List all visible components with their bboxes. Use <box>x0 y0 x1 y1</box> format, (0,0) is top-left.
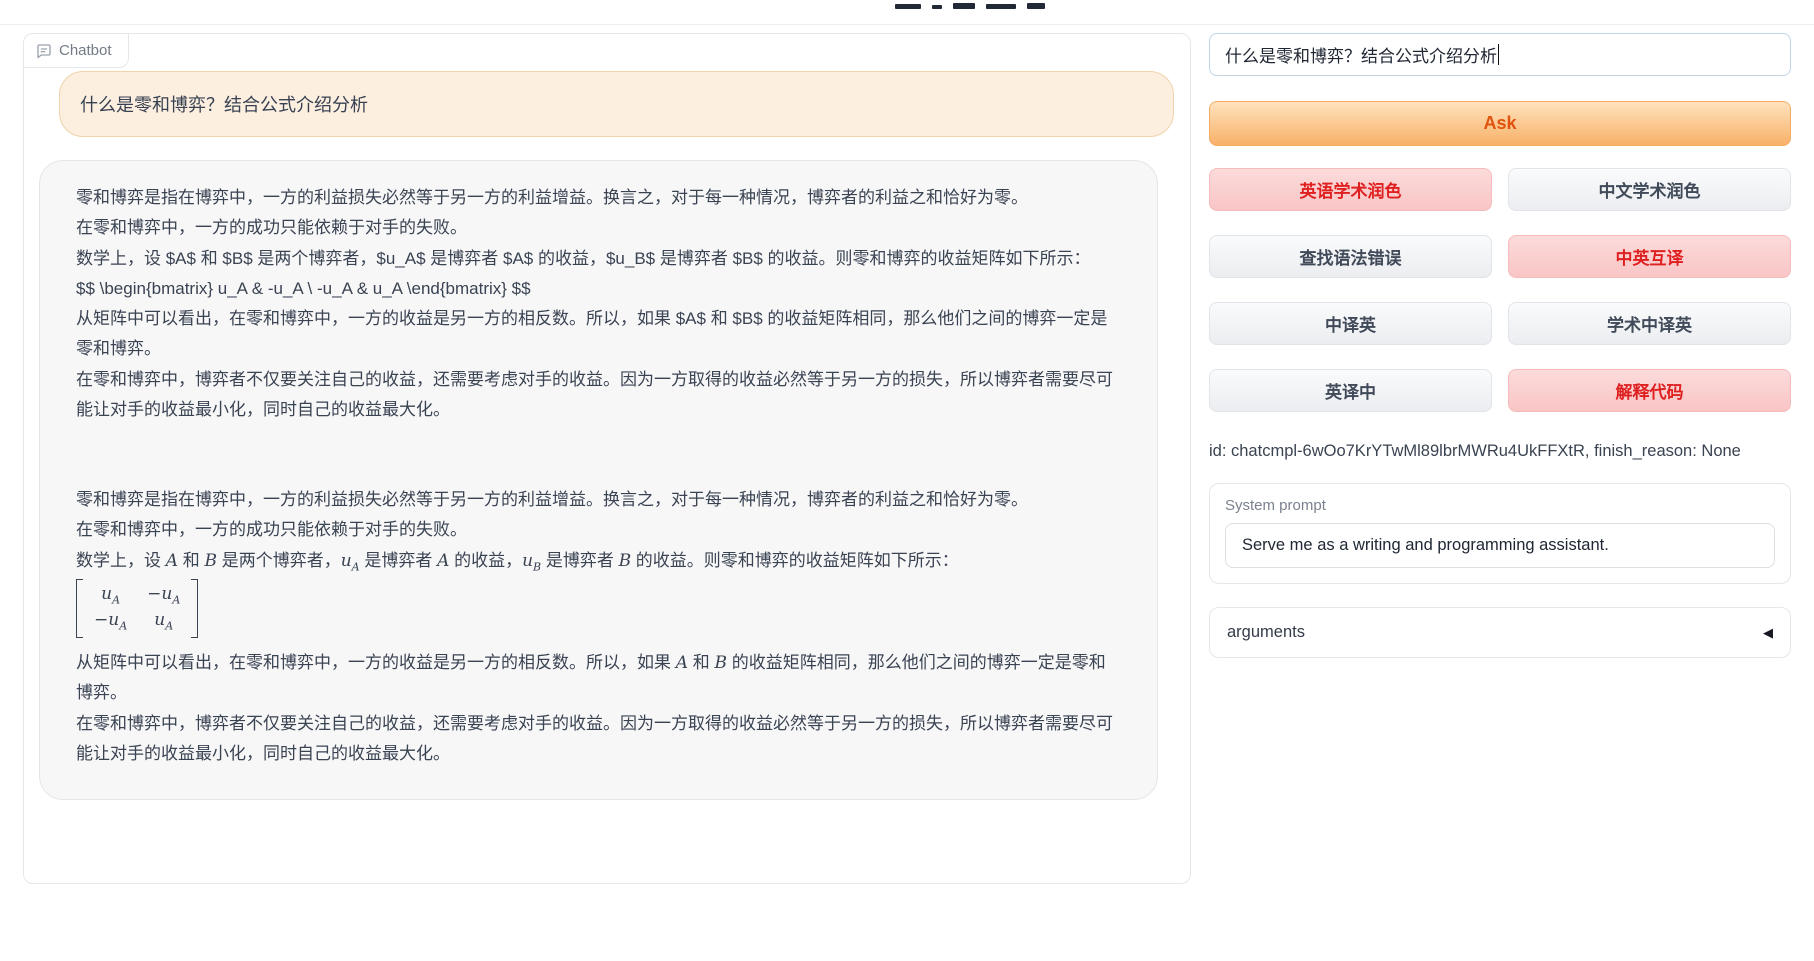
bot-paragraph: 零和博弈是指在博弈中，一方的利益损失必然等于另一方的利益增益。换言之，对于每一种… <box>76 485 1121 515</box>
bot-rendered-math-block: 零和博弈是指在博弈中，一方的利益损失必然等于另一方的利益增益。换言之，对于每一种… <box>76 485 1121 769</box>
quick-button-zh-to-en[interactable]: 中译英 <box>1209 302 1492 345</box>
bot-message-bubble: 零和博弈是指在博弈中，一方的利益损失必然等于另一方的利益增益。换言之，对于每一种… <box>39 160 1158 800</box>
bot-paragraph-latex-formula: $$ \begin{bmatrix} u_A & -u_A \ -u_A & u… <box>76 274 1121 304</box>
quick-button-zh-en-mutual-translate[interactable]: 中英互译 <box>1508 235 1791 278</box>
quick-button-academic-zh-to-en[interactable]: 学术中译英 <box>1508 302 1791 345</box>
top-divider <box>0 24 1814 25</box>
collapse-triangle-icon[interactable]: ◀ <box>1763 625 1773 641</box>
bot-paragraph: 在零和博弈中，一方的成功只能依赖于对手的失败。 <box>76 515 1121 545</box>
bot-paragraph: 从矩阵中可以看出，在零和博弈中，一方的收益是另一方的相反数。所以，如果 $A$ … <box>76 304 1121 365</box>
payoff-matrix: uA−uA−uAuA <box>76 579 198 637</box>
quick-button-en-to-zh[interactable]: 英译中 <box>1209 369 1492 412</box>
block-spacer <box>76 425 1121 485</box>
speech-bubble-icon <box>36 43 52 59</box>
bot-paragraph: 数学上，设 $A$ 和 $B$ 是两个博弈者，$u_A$ 是博弈者 $A$ 的收… <box>76 244 1121 274</box>
user-message-bubble: 什么是零和博弈？结合公式介绍分析 <box>59 71 1174 137</box>
chatbot-panel-label-text: Chatbot <box>59 42 112 59</box>
bot-paragraph-with-math: 数学上，设 A 和 B 是两个博弈者，uA 是博弈者 A 的收益，uB 是博弈者… <box>76 546 1121 577</box>
bot-paragraph: 在零和博弈中，博弈者不仅要关注自己的收益，还需要考虑对手的收益。因为一方取得的收… <box>76 709 1121 770</box>
quick-button-english-academic-polish[interactable]: 英语学术润色 <box>1209 168 1492 211</box>
arguments-accordion-label: arguments <box>1227 623 1305 642</box>
controls-column: 什么是零和博弈？结合公式介绍分析 Ask 英语学术润色 中文学术润色 查找语法错… <box>1209 33 1791 658</box>
chatbot-panel-label: Chatbot <box>23 33 129 68</box>
question-input[interactable]: 什么是零和博弈？结合公式介绍分析 <box>1209 33 1791 76</box>
system-prompt-value: Serve me as a writing and programming as… <box>1242 536 1609 555</box>
system-prompt-label: System prompt <box>1225 497 1775 514</box>
ask-button[interactable]: Ask <box>1209 101 1791 146</box>
bot-paragraph: 零和博弈是指在博弈中，一方的利益损失必然等于另一方的利益增益。换言之，对于每一种… <box>76 183 1121 213</box>
chatbot-panel: Chatbot 什么是零和博弈？结合公式介绍分析 零和博弈是指在博弈中，一方的利… <box>23 33 1191 884</box>
bot-paragraph-with-math: 从矩阵中可以看出，在零和博弈中，一方的收益是另一方的相反数。所以，如果 A 和 … <box>76 648 1121 709</box>
arguments-accordion-header[interactable]: arguments ◀ <box>1209 607 1791 658</box>
quick-actions-grid: 英语学术润色 中文学术润色 查找语法错误 中英互译 中译英 学术中译英 英译中 … <box>1209 168 1791 412</box>
user-message-text: 什么是零和博弈？结合公式介绍分析 <box>80 95 368 115</box>
quick-button-explain-code[interactable]: 解释代码 <box>1508 369 1791 412</box>
text-cursor <box>1498 44 1499 65</box>
bot-paragraph: 在零和博弈中，一方的成功只能依赖于对手的失败。 <box>76 213 1121 243</box>
bot-raw-latex-block: 零和博弈是指在博弈中，一方的利益损失必然等于另一方的利益增益。换言之，对于每一种… <box>76 183 1121 425</box>
clipped-page-title <box>895 0 1055 9</box>
response-status-line: id: chatcmpl-6wOo7KrYTwMl89lbrMWRu4UkFFX… <box>1209 442 1791 462</box>
quick-button-chinese-academic-polish[interactable]: 中文学术润色 <box>1508 168 1791 211</box>
system-prompt-input[interactable]: Serve me as a writing and programming as… <box>1225 523 1775 568</box>
question-input-value: 什么是零和博弈？结合公式介绍分析 <box>1225 42 1497 67</box>
system-prompt-card: System prompt Serve me as a writing and … <box>1209 483 1791 584</box>
quick-button-find-grammar-errors[interactable]: 查找语法错误 <box>1209 235 1492 278</box>
bot-paragraph: 在零和博弈中，博弈者不仅要关注自己的收益，还需要考虑对手的收益。因为一方取得的收… <box>76 365 1121 426</box>
